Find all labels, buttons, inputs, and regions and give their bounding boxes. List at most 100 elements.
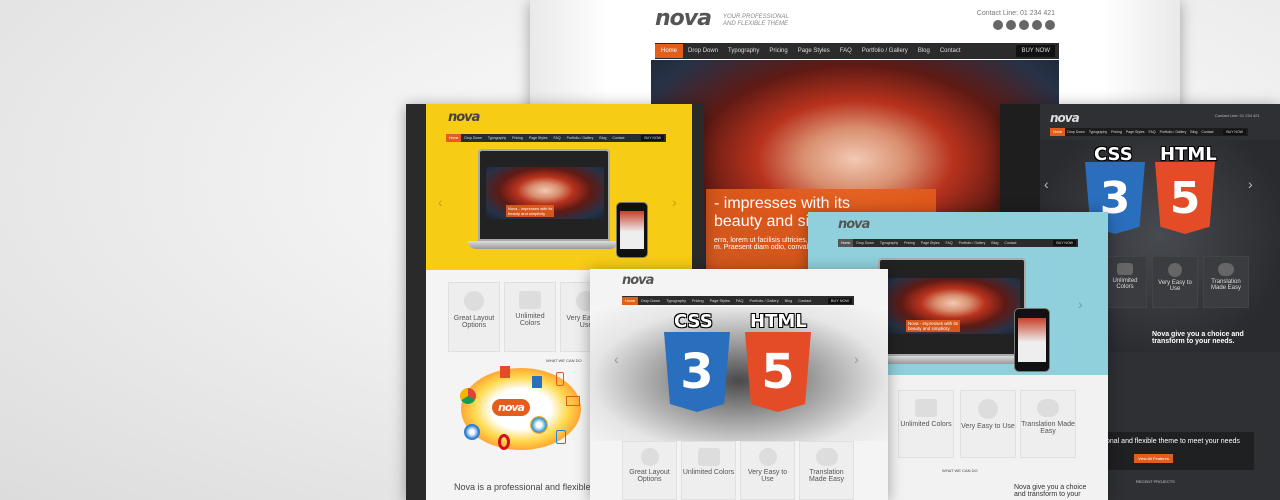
- dark-nav-page-styles[interactable]: Page Styles: [1124, 128, 1147, 136]
- yellow-slider-prev-icon[interactable]: ‹: [438, 194, 443, 210]
- blue-phone-screen: [1018, 318, 1046, 362]
- nav-faq[interactable]: FAQ: [835, 44, 857, 58]
- dark-nav-dropdown[interactable]: Drop Down: [1065, 128, 1087, 136]
- dark-contact: Contact Line: 01 234 421: [1215, 113, 1260, 118]
- dark-bottom-panel: onal and flexible theme to meet your nee…: [1104, 432, 1254, 470]
- front-feature-easy: Very Easy to Use: [740, 441, 795, 500]
- blue-slider-next-icon[interactable]: ›: [1078, 296, 1083, 312]
- blue-nav-portfolio[interactable]: Portfolio / Gallery: [956, 239, 989, 247]
- back-tagline-line-1: YOUR PROFESSIONAL: [723, 14, 789, 20]
- dark-nav-portfolio[interactable]: Portfolio / Gallery: [1158, 128, 1189, 136]
- front-feature-label-2: Unlimited Colors: [682, 469, 735, 476]
- nav-page-styles[interactable]: Page Styles: [793, 44, 835, 58]
- front-nav-typography[interactable]: Typography: [663, 297, 689, 305]
- front-slider-prev-icon[interactable]: ‹: [614, 351, 619, 367]
- dark-nav-faq[interactable]: FAQ: [1147, 128, 1158, 136]
- front-logo: nova: [622, 273, 654, 288]
- yellow-nav-faq[interactable]: FAQ: [551, 134, 564, 142]
- yellow-nav-portfolio[interactable]: Portfolio / Gallery: [564, 134, 597, 142]
- yellow-what-we-can-do: WHAT WE CAN DO: [546, 358, 582, 363]
- yellow-nav-home[interactable]: Home: [446, 134, 462, 142]
- front-slider-next-icon[interactable]: ›: [854, 351, 859, 367]
- dark-nav-contact[interactable]: Contact: [1199, 128, 1215, 136]
- blue-nav-faq[interactable]: FAQ: [943, 239, 956, 247]
- front-nav-faq[interactable]: FAQ: [733, 297, 747, 305]
- dark-nav-blog[interactable]: Blog: [1188, 128, 1199, 136]
- front-nav-pricing[interactable]: Pricing: [689, 297, 707, 305]
- front-hero: [590, 307, 888, 441]
- yellow-nav-contact[interactable]: Contact: [609, 134, 627, 142]
- blue-nav-page-styles[interactable]: Page Styles: [918, 239, 943, 247]
- yellow-logo: nova: [448, 110, 480, 125]
- yellow-left-border: [406, 104, 426, 500]
- layout-icon: [464, 291, 484, 311]
- skype-icon[interactable]: [1019, 20, 1029, 30]
- dark-nav-home[interactable]: Home: [1050, 128, 1066, 136]
- front-nav-contact[interactable]: Contact: [795, 297, 814, 305]
- yellow-nav-blog[interactable]: Blog: [596, 134, 609, 142]
- blue-feature-colors: Unlimited Colors: [898, 390, 954, 458]
- yellow-buy-now-button[interactable]: BUY NOW: [641, 135, 664, 141]
- blue-nav-home[interactable]: Home: [838, 239, 854, 247]
- yellow-nav-page-styles[interactable]: Page Styles: [526, 134, 551, 142]
- nav-portfolio[interactable]: Portfolio / Gallery: [857, 44, 913, 58]
- blue-phone: [1014, 308, 1050, 372]
- yellow-nav-dropdown[interactable]: Drop Down: [461, 134, 485, 142]
- facebook-icon[interactable]: [993, 20, 1003, 30]
- yellow-laptop-base: [468, 241, 618, 249]
- dark-slider-prev-icon[interactable]: ‹: [1044, 176, 1049, 192]
- front-nav-portfolio[interactable]: Portfolio / Gallery: [746, 297, 781, 305]
- front-css-label: CSS: [674, 311, 713, 332]
- dark-nav-pricing[interactable]: Pricing: [1109, 128, 1124, 136]
- front-nav-blog[interactable]: Blog: [782, 297, 796, 305]
- blue-nav-pricing[interactable]: Pricing: [901, 239, 918, 247]
- nav-contact[interactable]: Contact: [935, 44, 966, 58]
- front-buy-now-button[interactable]: BUY NOW: [827, 297, 852, 304]
- opera-icon: [498, 434, 510, 450]
- dark-feature-easy-to-use: Very Easy to Use: [1152, 256, 1198, 308]
- yellow-phone-screen: [620, 211, 644, 249]
- blue-buy-now-button[interactable]: BUY NOW: [1053, 240, 1076, 246]
- dark-buy-now-button[interactable]: BUY NOW: [1223, 129, 1246, 135]
- linkedin-icon[interactable]: [1045, 20, 1055, 30]
- yellow-feature-layout: Great Layout Options: [448, 282, 500, 352]
- front-nav-dropdown[interactable]: Drop Down: [638, 297, 663, 305]
- yellow-phone: [616, 202, 648, 258]
- blue-nav-dropdown[interactable]: Drop Down: [853, 239, 877, 247]
- dark-recent-projects: RECENT PROJECTS: [1136, 479, 1175, 484]
- front-feature-colors: Unlimited Colors: [681, 441, 736, 500]
- blue-feature-label-1: Unlimited Colors: [900, 421, 952, 428]
- front-feature-layout: Great Layout Options: [622, 441, 677, 500]
- yellow-nav-pricing[interactable]: Pricing: [509, 134, 526, 142]
- front-nav: Home Drop Down Typography Pricing Page S…: [622, 296, 854, 305]
- front-html5-badge: 5: [745, 332, 811, 412]
- yellow-nav-typography[interactable]: Typography: [485, 134, 509, 142]
- nav-dropdown[interactable]: Drop Down: [683, 44, 723, 58]
- dark-slider-next-icon[interactable]: ›: [1248, 176, 1253, 192]
- html5-mini-icon: [500, 366, 510, 378]
- blue-nav-typography[interactable]: Typography: [877, 239, 901, 247]
- nav-home[interactable]: Home: [655, 44, 684, 58]
- yellow-feature-label-1: Great Layout Options: [453, 315, 495, 329]
- safari-icon: [464, 424, 480, 440]
- image-icon: [519, 291, 541, 309]
- rss-icon[interactable]: [1032, 20, 1042, 30]
- yellow-feature-label-2: Unlimited Colors: [515, 313, 545, 327]
- buy-now-button[interactable]: BUY NOW: [1016, 45, 1055, 57]
- yellow-slider-next-icon[interactable]: ›: [672, 194, 677, 210]
- blue-nav-contact[interactable]: Contact: [1001, 239, 1019, 247]
- blue-nav-blog[interactable]: Blog: [988, 239, 1001, 247]
- dark-nav-typography[interactable]: Typography: [1087, 128, 1109, 136]
- twitter-icon[interactable]: [1006, 20, 1016, 30]
- dark-nova-text: Nova give you a choice and transform to …: [1152, 331, 1244, 345]
- dark-logo: nova: [1050, 111, 1080, 125]
- nav-typography[interactable]: Typography: [723, 44, 764, 58]
- nav-pricing[interactable]: Pricing: [764, 44, 792, 58]
- front-nav-home[interactable]: Home: [622, 296, 639, 305]
- back-tagline: YOUR PROFESSIONAL AND FLEXIBLE THEME: [723, 14, 789, 28]
- view-all-features-button[interactable]: View All Features: [1134, 454, 1173, 463]
- dark-css-label: CSS: [1094, 144, 1133, 165]
- front-nav-page-styles[interactable]: Page Styles: [707, 297, 733, 305]
- front-screenshot: nova Home Drop Down Typography Pricing P…: [590, 269, 888, 500]
- nav-blog[interactable]: Blog: [913, 44, 935, 58]
